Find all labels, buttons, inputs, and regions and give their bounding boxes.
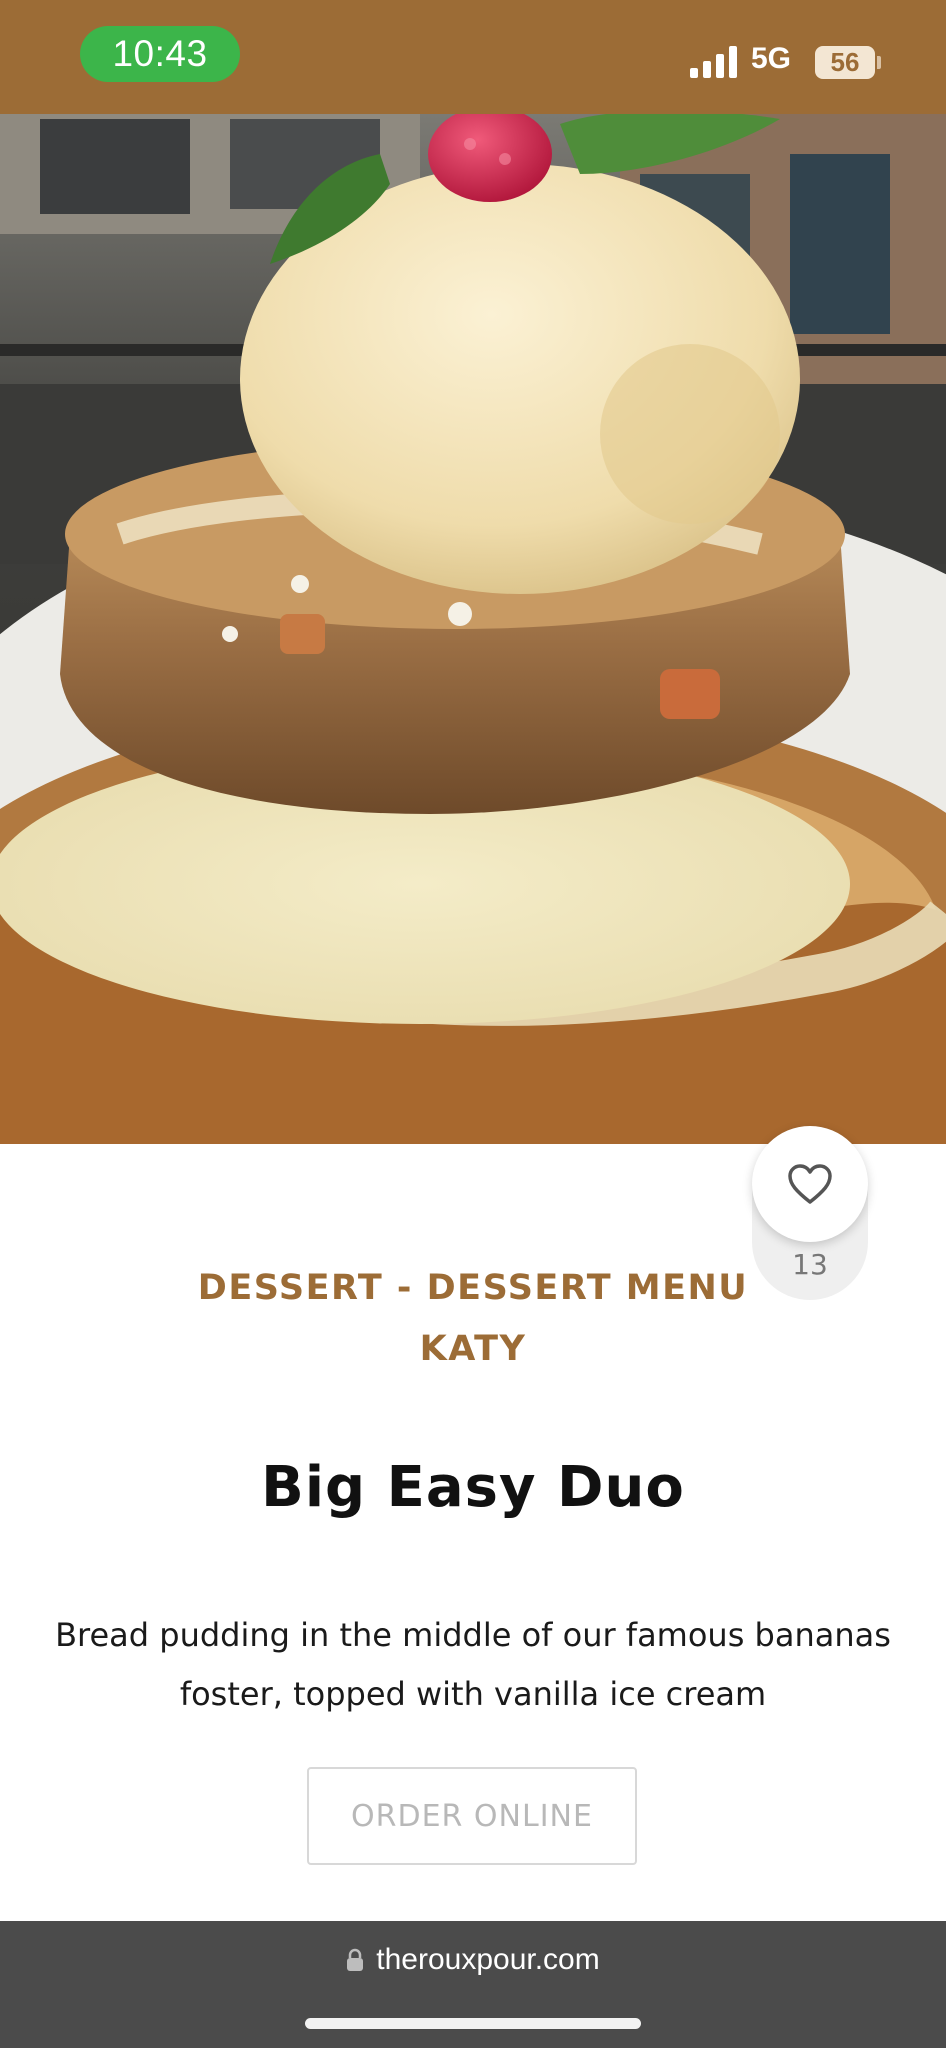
hero-image <box>0 114 946 1144</box>
home-indicator[interactable] <box>305 2018 641 2029</box>
favorite-button[interactable] <box>752 1126 868 1242</box>
url-text[interactable]: therouxpour.com <box>376 1943 599 1977</box>
description-line-1: Bread pudding in the middle of our famou… <box>55 1616 891 1654</box>
description-line-2: foster, topped with vanilla ice cream <box>179 1675 767 1713</box>
browser-address-bar[interactable]: therouxpour.com <box>0 1921 946 2048</box>
heart-outline-icon <box>788 1164 832 1204</box>
network-type: 5G <box>751 42 792 75</box>
dessert-photo <box>0 114 946 1144</box>
lock-icon <box>347 1948 364 1971</box>
cellular-signal-icon <box>690 46 737 78</box>
battery-level: 56 <box>830 47 860 77</box>
status-time[interactable]: 10:43 <box>80 26 240 82</box>
dish-title: Big Easy Duo <box>261 1455 685 1520</box>
battery-icon: 56 <box>815 46 875 79</box>
order-online-button[interactable]: ORDER ONLINE <box>307 1767 637 1865</box>
item-category: DESSERT - DESSERT MENU KATY <box>140 1258 806 1380</box>
category-line-1: DESSERT - DESSERT MENU <box>197 1268 749 1308</box>
url-container[interactable]: therouxpour.com <box>0 1943 946 1977</box>
status-bar: 10:43 5G 56 <box>0 0 946 114</box>
category-line-2: KATY <box>419 1329 527 1369</box>
battery-tip <box>877 56 881 69</box>
dish-description: Bread pudding in the middle of our famou… <box>50 1606 896 1724</box>
